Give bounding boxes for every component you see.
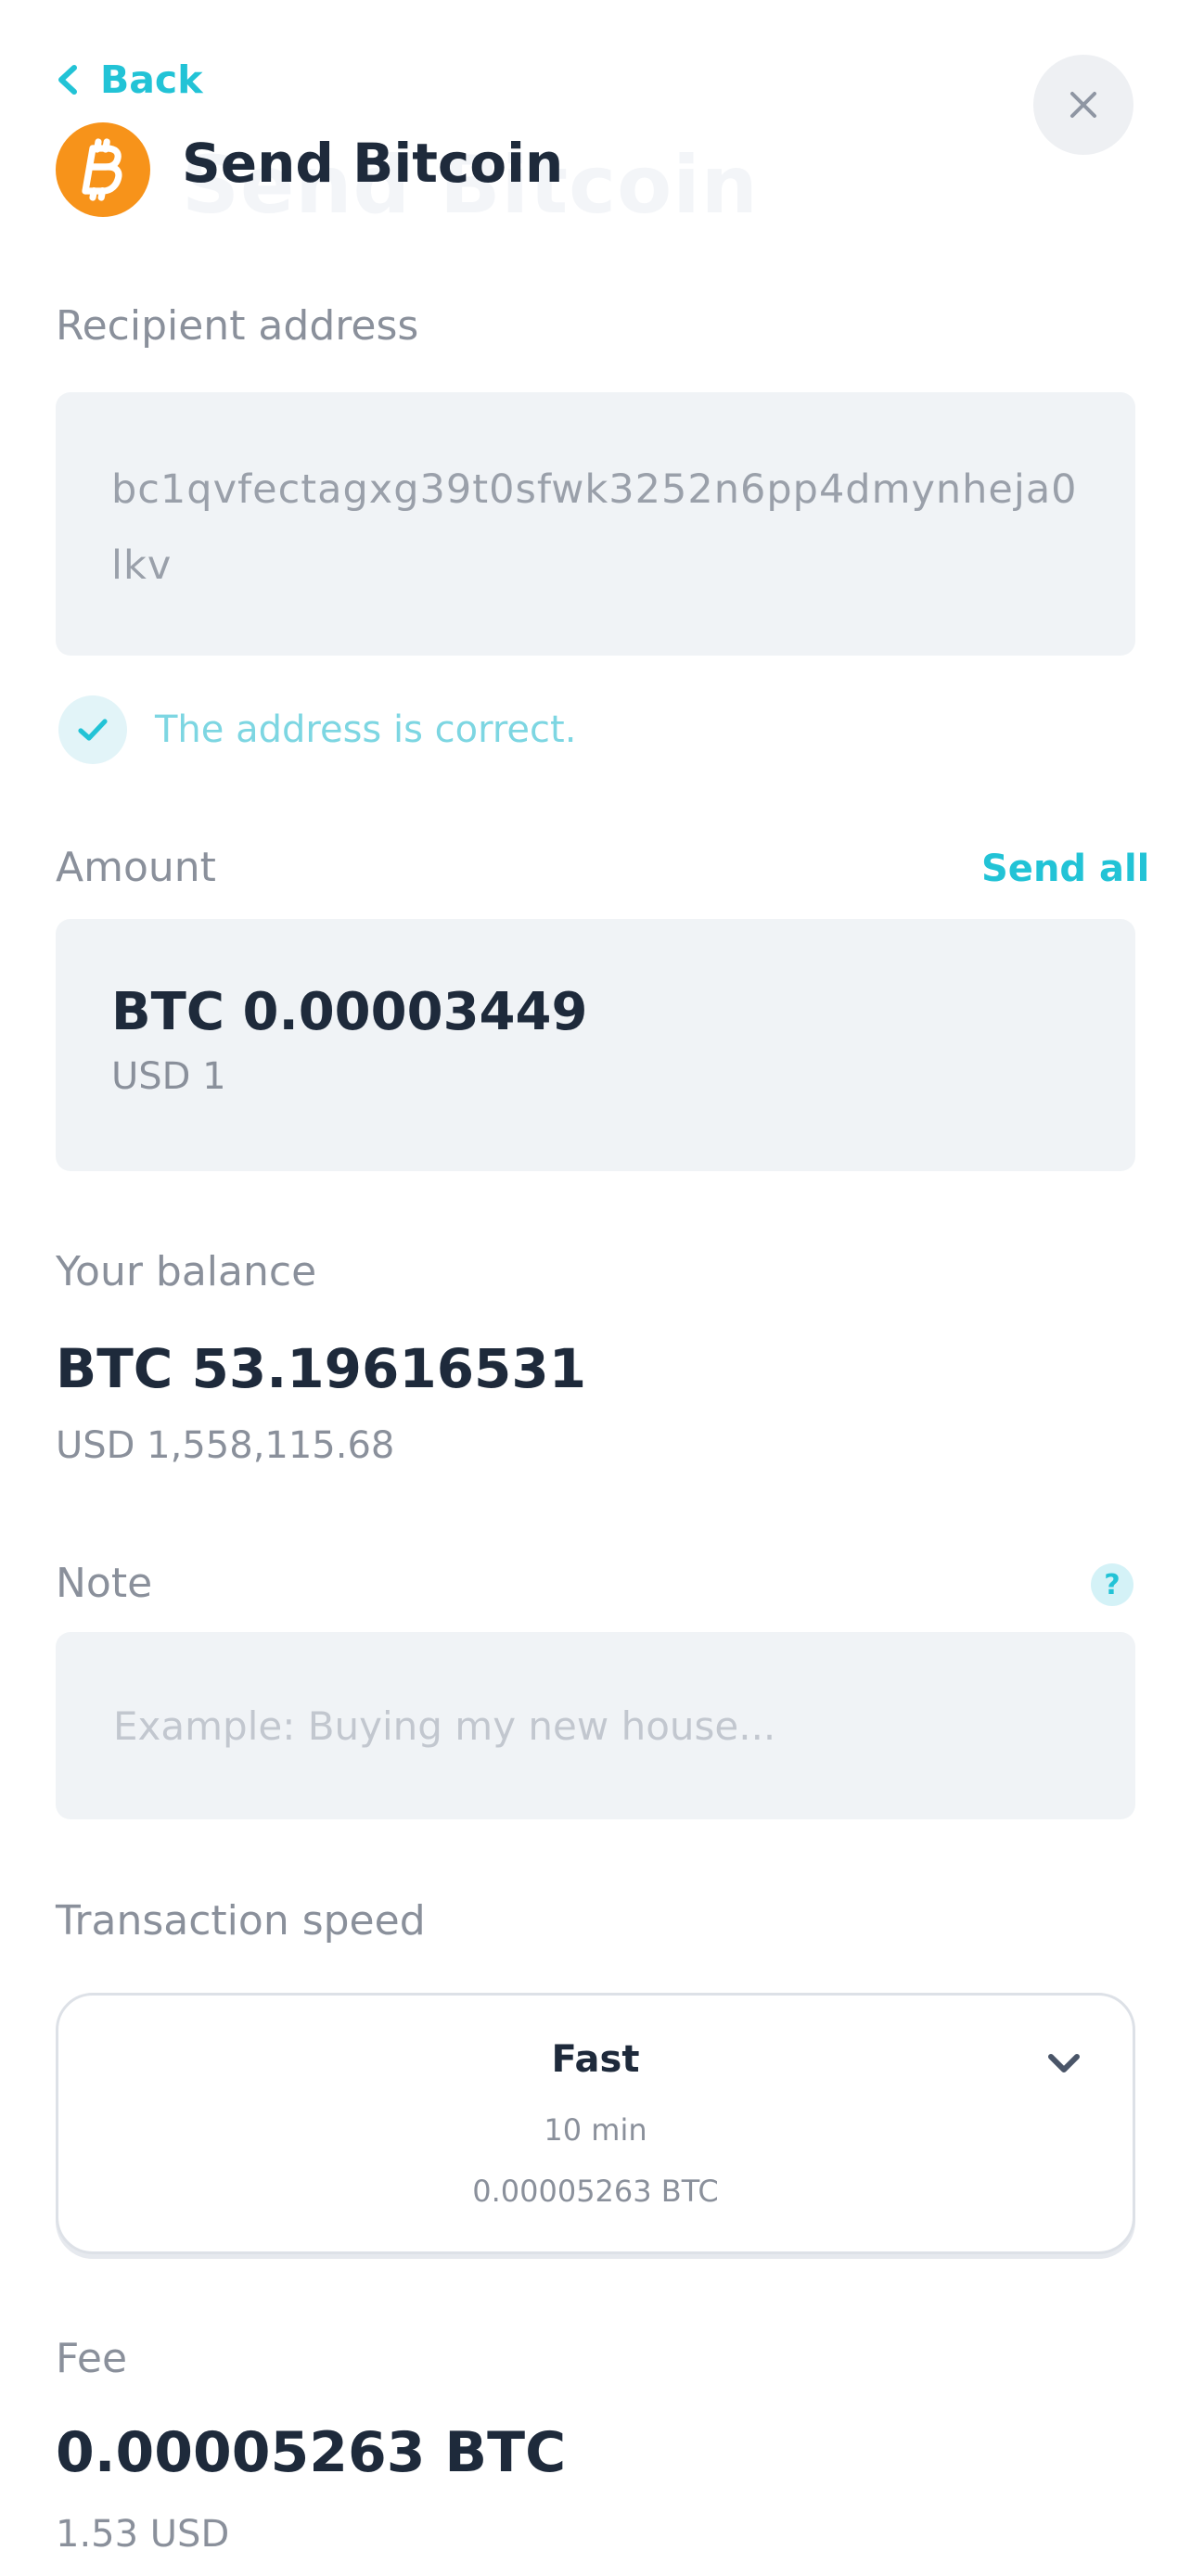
fee-usd: 1.53 USD bbox=[56, 2513, 230, 2556]
back-button[interactable]: Back bbox=[56, 54, 203, 106]
speed-name: Fast bbox=[551, 2038, 640, 2081]
recipient-address-field[interactable]: bc1qvfectagxg39t0sfwk3252n6pp4dmynheja0l… bbox=[56, 392, 1135, 656]
balance-usd: USD 1,558,115.68 bbox=[56, 1424, 395, 1467]
balance-btc: BTC 53.19616531 bbox=[56, 1337, 587, 1400]
note-field[interactable] bbox=[56, 1632, 1135, 1819]
close-icon bbox=[1070, 92, 1096, 118]
validation-message: The address is correct. bbox=[155, 708, 577, 751]
help-icon[interactable]: ? bbox=[1091, 1563, 1133, 1606]
speed-fee: 0.00005263 BTC bbox=[472, 2174, 719, 2209]
bitcoin-icon bbox=[56, 122, 150, 217]
chevron-left-icon bbox=[58, 65, 77, 95]
fee-btc: 0.00005263 BTC bbox=[56, 2420, 567, 2485]
amount-label: Amount bbox=[56, 844, 216, 891]
note-label: Note bbox=[56, 1560, 153, 1607]
balance-label: Your balance bbox=[56, 1248, 317, 1295]
close-button[interactable] bbox=[1033, 55, 1133, 155]
recipient-label: Recipient address bbox=[56, 302, 419, 350]
chevron-down-icon bbox=[1048, 2054, 1080, 2072]
page-title: Send Bitcoin bbox=[182, 132, 564, 195]
address-validation: The address is correct. bbox=[58, 695, 576, 764]
send-all-button[interactable]: Send all bbox=[981, 848, 1149, 890]
recipient-address-value: bc1qvfectagxg39t0sfwk3252n6pp4dmynheja0l… bbox=[111, 466, 1078, 589]
back-label: Back bbox=[100, 57, 203, 102]
transaction-speed-select[interactable]: Fast 10 min 0.00005263 BTC bbox=[56, 1993, 1135, 2254]
note-input[interactable] bbox=[111, 1702, 1080, 1750]
fee-label: Fee bbox=[56, 2335, 128, 2382]
speed-time: 10 min bbox=[544, 2112, 647, 2148]
check-icon bbox=[58, 695, 127, 764]
amount-field[interactable]: BTC 0.00003449 USD 1 bbox=[56, 919, 1135, 1171]
bitcoin-glyph-icon bbox=[82, 138, 122, 201]
amount-usd: USD 1 bbox=[111, 1055, 226, 1098]
amount-btc: BTC 0.00003449 bbox=[111, 982, 588, 1042]
transaction-speed-label: Transaction speed bbox=[56, 1897, 426, 1945]
